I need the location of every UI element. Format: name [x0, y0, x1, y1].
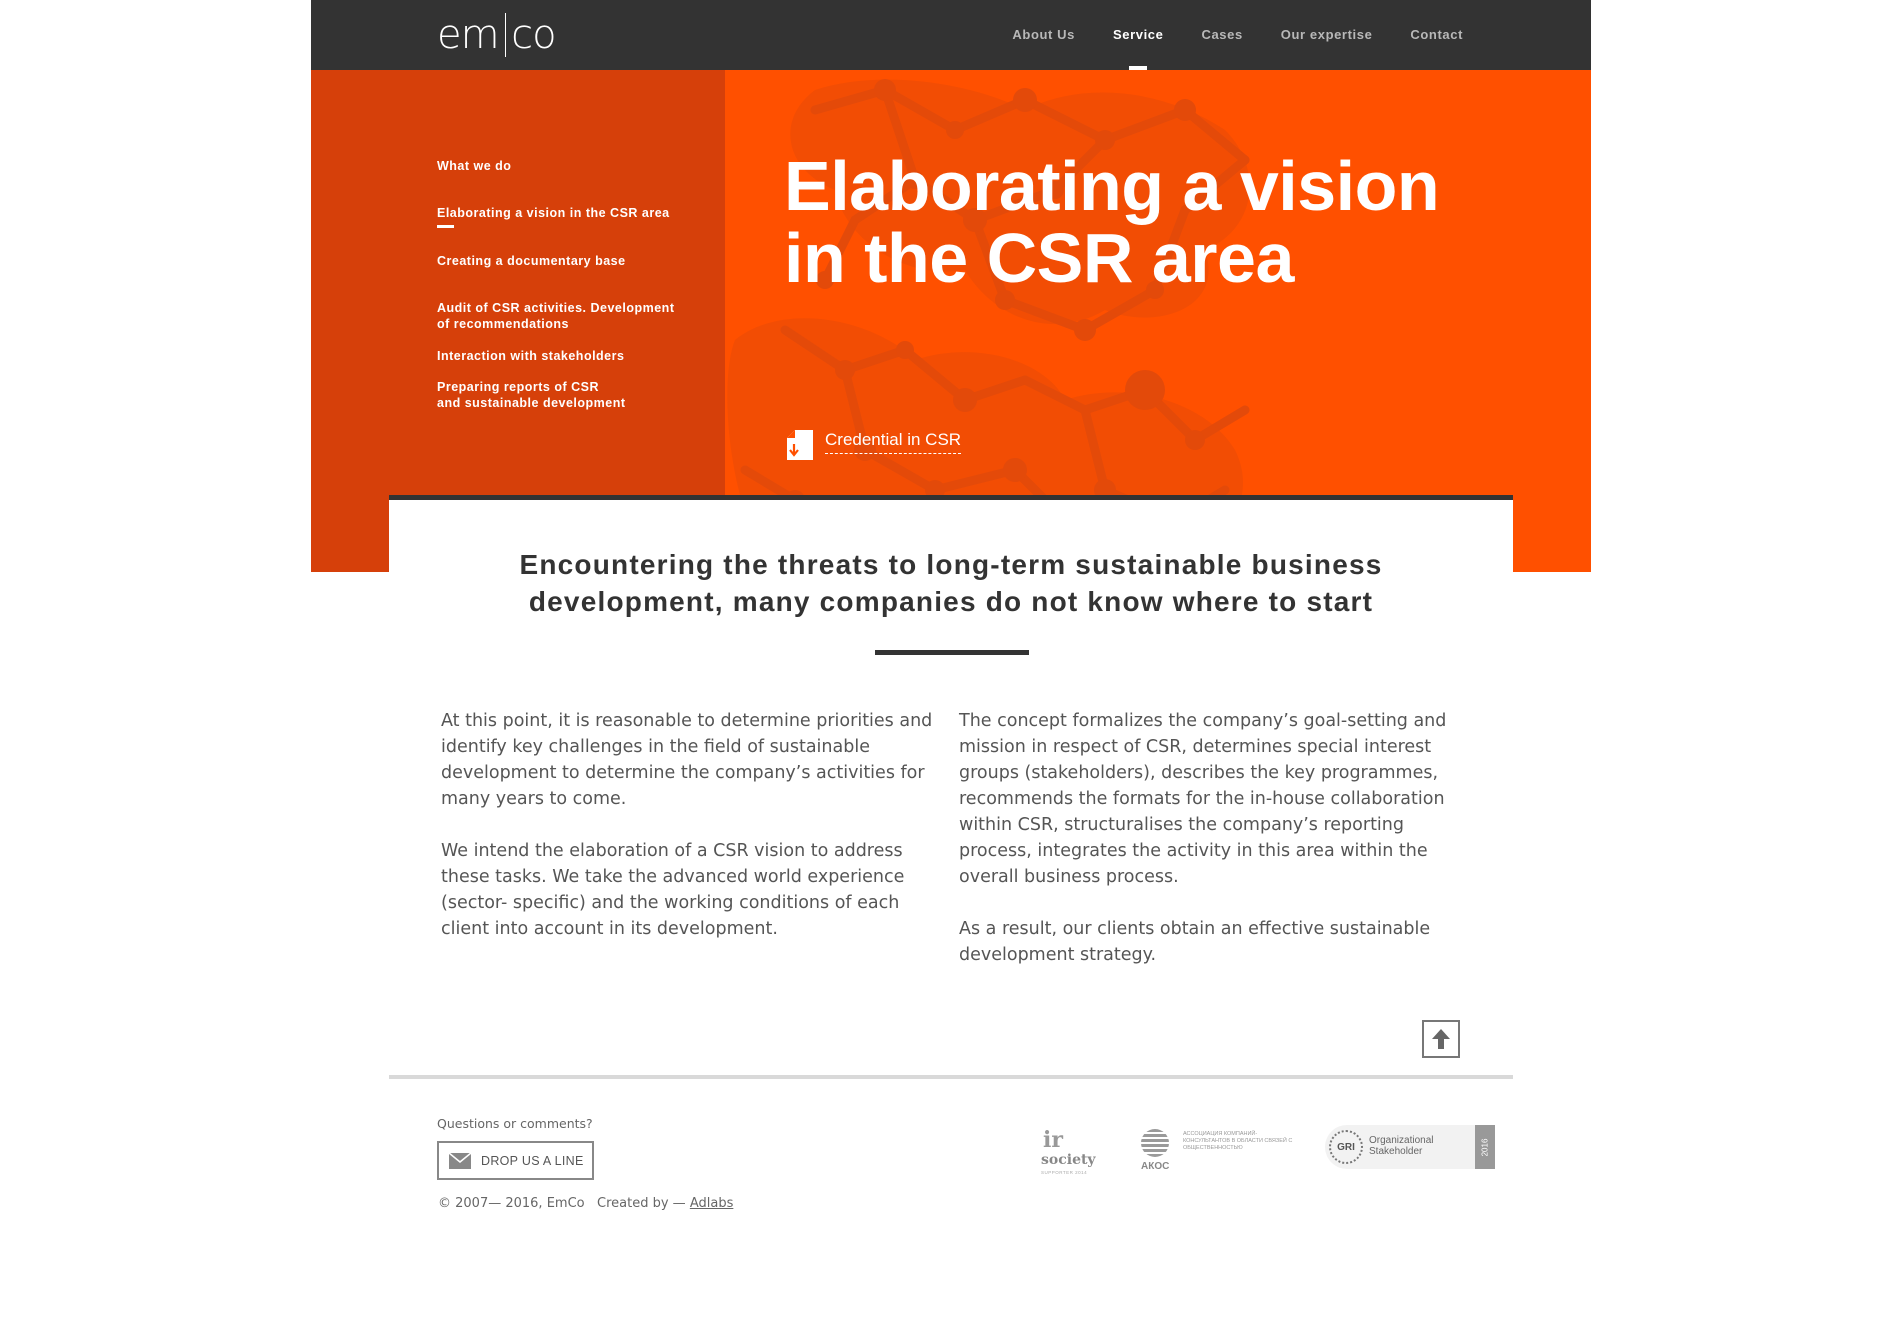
scroll-to-top-button[interactable] [1422, 1020, 1460, 1058]
gri-stakeholder-logo[interactable]: GRI Organizational Stakeholder 2016 [1325, 1125, 1505, 1169]
submenu-heading: What we do [437, 159, 512, 173]
ir-society-name: society [1041, 1152, 1096, 1168]
credential-label: Credential in CSR [825, 430, 962, 454]
gri-text-line-1: Organizational [1369, 1135, 1434, 1146]
akos-name: АКОС [1141, 1161, 1170, 1172]
drop-us-a-line-button[interactable]: DROP US A LINE [437, 1141, 594, 1180]
paragraph: We intend the elaboration of a CSR visio… [441, 841, 905, 939]
credential-download-link[interactable]: Credential in CSR [787, 430, 962, 460]
copyright-text: © 2007— 2016, EmCo [438, 1196, 585, 1211]
nav-our-expertise[interactable]: Our expertise [1281, 0, 1373, 70]
lead-heading: Encountering the threats to long-term su… [429, 546, 1473, 620]
page: em co About Us Service Cases Our experti… [311, 0, 1591, 1318]
submenu-item-label-2: and sustainable development [437, 396, 626, 410]
hero-title-line-2: in the CSR area [784, 219, 1294, 297]
submenu-item-documentary[interactable]: Creating a documentary base [437, 253, 717, 269]
akos-globe-icon [1141, 1129, 1169, 1157]
content-column-left: At this point, it is reasonable to deter… [441, 708, 936, 968]
nav-service[interactable]: Service [1113, 0, 1163, 70]
paragraph: As a result, our clients obtain an effec… [959, 919, 1431, 965]
lead-line-2: development, many companies do not know … [528, 586, 1374, 617]
paragraph: At this point, it is reasonable to deter… [441, 711, 933, 809]
lead-divider [875, 650, 1029, 655]
akos-description: АССОЦИАЦИЯ КОМПАНИЙ-КОНСУЛЬТАНТОВ В ОБЛА… [1183, 1131, 1293, 1151]
submenu-item-reports[interactable]: Preparing reports of CSR and sustainable… [437, 379, 717, 411]
site-header: em co About Us Service Cases Our experti… [311, 0, 1591, 70]
submenu-item-label: Creating a documentary base [437, 254, 626, 268]
adlabs-link[interactable]: Adlabs [690, 1196, 734, 1211]
content-card: Encountering the threats to long-term su… [389, 495, 1513, 1085]
partner-logos: ir society SUPPORTER 2014 АКОС АССОЦИАЦИ… [1041, 1125, 1505, 1175]
created-by-text: Created by — [597, 1196, 686, 1211]
hero-title: Elaborating a vision in the CSR area [784, 150, 1544, 294]
submenu-item-vision[interactable]: Elaborating a vision in the CSR area [437, 205, 717, 228]
gri-mark: GRI [1329, 1130, 1363, 1164]
drop-us-a-line-label: DROP US A LINE [481, 1153, 584, 1168]
nav-about-us[interactable]: About Us [1012, 0, 1075, 70]
paragraph: The concept formalizes the company’s goa… [959, 711, 1447, 887]
copyright: © 2007— 2016, EmCo Created by — Adlabs [438, 1196, 733, 1211]
submenu-item-label-2: of recommendations [437, 317, 569, 331]
akos-logo[interactable]: АКОС АССОЦИАЦИЯ КОМПАНИЙ-КОНСУЛЬТАНТОВ В… [1141, 1129, 1293, 1175]
arrow-up-icon [1432, 1029, 1450, 1049]
gri-text: Organizational Stakeholder [1369, 1135, 1469, 1157]
nav-cases[interactable]: Cases [1201, 0, 1242, 70]
questions-label: Questions or comments? [437, 1116, 593, 1131]
main-nav: About Us Service Cases Our expertise Con… [974, 0, 1463, 70]
lead-line-1: Encountering the threats to long-term su… [519, 549, 1383, 580]
submenu-item-label: Interaction with stakeholders [437, 349, 625, 363]
submenu-item-label: Elaborating a vision in the CSR area [437, 206, 670, 220]
ir-society-sub: SUPPORTER 2014 [1041, 1170, 1088, 1175]
submenu-item-audit[interactable]: Audit of CSR activities. Development of … [437, 300, 717, 332]
logo-text-em: em [437, 12, 500, 58]
footer-divider [389, 1075, 1513, 1079]
gri-badge: GRI Organizational Stakeholder [1325, 1125, 1475, 1169]
gri-text-line-2: Stakeholder [1369, 1146, 1423, 1157]
logo-separator [504, 13, 507, 57]
envelope-icon [449, 1152, 471, 1169]
ir-society-mark: ir [1043, 1127, 1063, 1153]
gri-year: 2016 [1480, 1138, 1490, 1156]
emco-logo[interactable]: em co [437, 12, 557, 58]
logo-text-co: co [511, 12, 556, 58]
content-column-right: The concept formalizes the company’s goa… [959, 708, 1479, 994]
download-document-icon [787, 430, 813, 460]
gri-year-tab: 2016 [1475, 1125, 1495, 1169]
submenu-item-label: Preparing reports of CSR [437, 380, 600, 394]
submenu-item-stakeholders[interactable]: Interaction with stakeholders [437, 348, 717, 364]
nav-contact[interactable]: Contact [1410, 0, 1463, 70]
submenu-item-label: Audit of CSR activities. Development [437, 301, 675, 315]
ir-society-logo[interactable]: ir society SUPPORTER 2014 [1041, 1127, 1096, 1175]
hero-title-line-1: Elaborating a vision [784, 147, 1440, 225]
